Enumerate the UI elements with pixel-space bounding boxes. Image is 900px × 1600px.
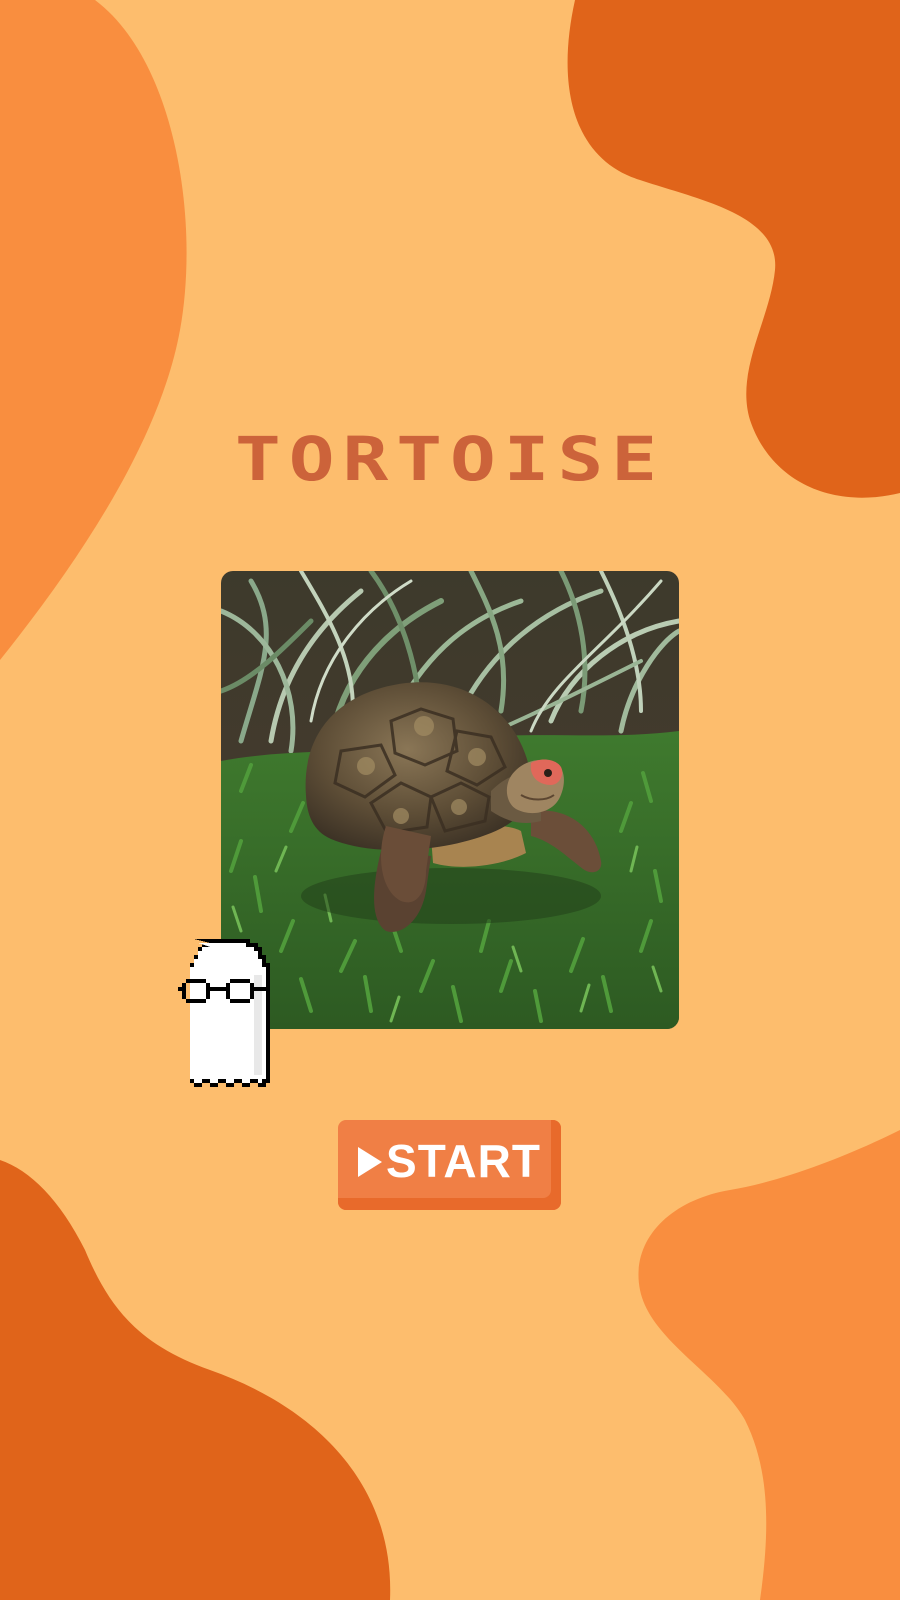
start-button-face[interactable]: START [338, 1120, 561, 1210]
start-button[interactable]: START [338, 1120, 561, 1210]
play-icon [358, 1147, 383, 1177]
blob-bottom-right [638, 1130, 900, 1600]
tortoise-photo-image [221, 571, 679, 1029]
tortoise-photo [221, 571, 679, 1029]
page-title-text: TORTOISE [234, 423, 666, 495]
page-title: TORTOISE [0, 424, 900, 494]
blob-top-left [0, 0, 187, 660]
blob-bottom-left [0, 1160, 391, 1600]
start-button-label: START [386, 1135, 541, 1187]
ghost-with-glasses-icon [166, 935, 278, 1093]
